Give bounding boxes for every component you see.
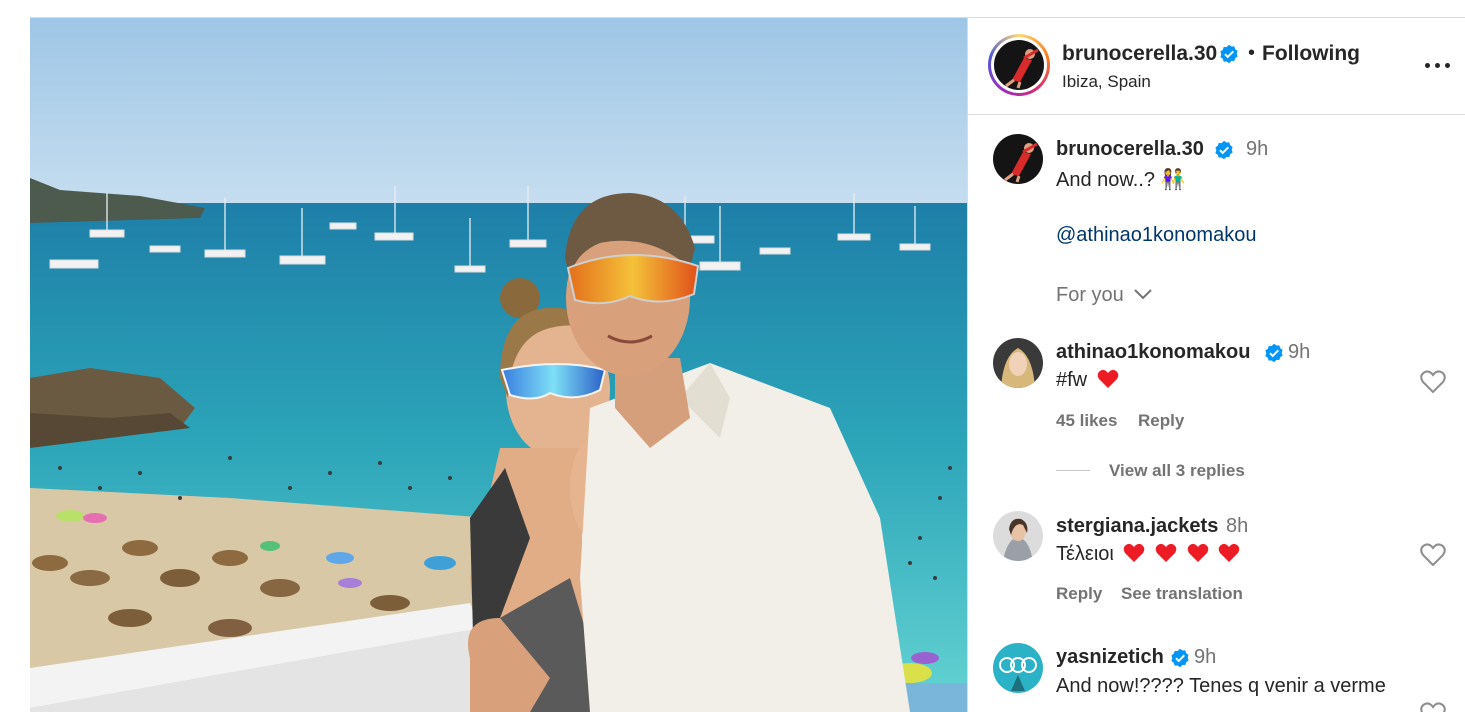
- comment-avatar[interactable]: [993, 643, 1043, 693]
- post-header: brunocerella.30 • Following Ibiza, Spain: [968, 18, 1465, 115]
- replies-divider: [1056, 470, 1090, 471]
- comment-avatar-image: [993, 338, 1043, 388]
- instagram-post-view: brunocerella.30 • Following Ibiza, Spain…: [0, 0, 1465, 712]
- comment-time: 9h: [1288, 341, 1311, 363]
- caption-time: 9h: [1246, 138, 1269, 160]
- for-you-link[interactable]: For you: [1056, 284, 1153, 307]
- comment-reply-button[interactable]: Reply: [1138, 411, 1184, 431]
- post-photo[interactable]: [30, 18, 967, 712]
- red-heart-emoji-icon: [1187, 543, 1208, 562]
- verified-badge-icon: [1170, 648, 1190, 673]
- comment-text: #fw: [1056, 369, 1119, 392]
- author-avatar-story-ring[interactable]: [988, 34, 1050, 96]
- see-translation-button[interactable]: See translation: [1121, 584, 1243, 604]
- comment-time: 8h: [1226, 515, 1249, 537]
- verified-badge-icon: [1264, 343, 1284, 368]
- caption-username[interactable]: brunocerella.30: [1056, 138, 1204, 161]
- comment-likes[interactable]: 45 likes: [1056, 411, 1117, 431]
- comment-username[interactable]: stergiana.jackets: [1056, 515, 1218, 538]
- red-heart-emoji-icon: [1124, 543, 1145, 562]
- red-heart-emoji-icon: [1155, 543, 1177, 562]
- header-separator-dot: •: [1248, 42, 1256, 64]
- red-heart-emoji-icon: [1218, 543, 1240, 562]
- verified-badge-icon: [1219, 44, 1239, 69]
- comment-text: Τέλειοι: [1056, 543, 1240, 566]
- like-heart-icon[interactable]: [1420, 543, 1446, 567]
- view-replies-button[interactable]: View all 3 replies: [1109, 461, 1245, 481]
- caption-avatar-image: [993, 134, 1043, 184]
- post-side-panel: brunocerella.30 • Following Ibiza, Spain…: [967, 18, 1465, 712]
- comment-text-content: Τέλειοι: [1056, 543, 1114, 565]
- comment-username[interactable]: athinao1konomakou: [1056, 341, 1250, 364]
- photo-illustration: [30, 18, 967, 712]
- author-username[interactable]: brunocerella.30: [1062, 42, 1217, 66]
- comment-username[interactable]: yasnizetich: [1056, 646, 1164, 669]
- post-location[interactable]: Ibiza, Spain: [1062, 72, 1151, 92]
- caption-avatar[interactable]: [993, 134, 1043, 184]
- comment-text: And now!???? Tenes q venir a verme: [1056, 675, 1386, 697]
- like-heart-icon[interactable]: [1420, 702, 1446, 712]
- for-you-label: For you: [1056, 284, 1124, 306]
- comment-time: 9h: [1194, 646, 1217, 668]
- comment-avatar[interactable]: [993, 511, 1043, 561]
- more-options-icon[interactable]: [1423, 58, 1453, 72]
- caption-mention[interactable]: @athinao1konomakou: [1056, 224, 1256, 247]
- comment-avatar-image: [993, 643, 1043, 693]
- comment-avatar[interactable]: [993, 338, 1043, 388]
- comment-avatar-image: [993, 511, 1043, 561]
- caption-text: And now..? 👫: [1056, 169, 1186, 191]
- like-heart-icon[interactable]: [1420, 370, 1446, 394]
- comment-reply-button[interactable]: Reply: [1056, 584, 1102, 604]
- red-heart-emoji-icon: [1097, 369, 1118, 388]
- comment-text-content: #fw: [1056, 369, 1088, 391]
- verified-badge-icon: [1214, 140, 1234, 165]
- chevron-down-icon: [1134, 289, 1153, 300]
- following-button[interactable]: Following: [1262, 42, 1360, 66]
- author-avatar[interactable]: [994, 40, 1044, 90]
- author-avatar-image: [994, 40, 1044, 90]
